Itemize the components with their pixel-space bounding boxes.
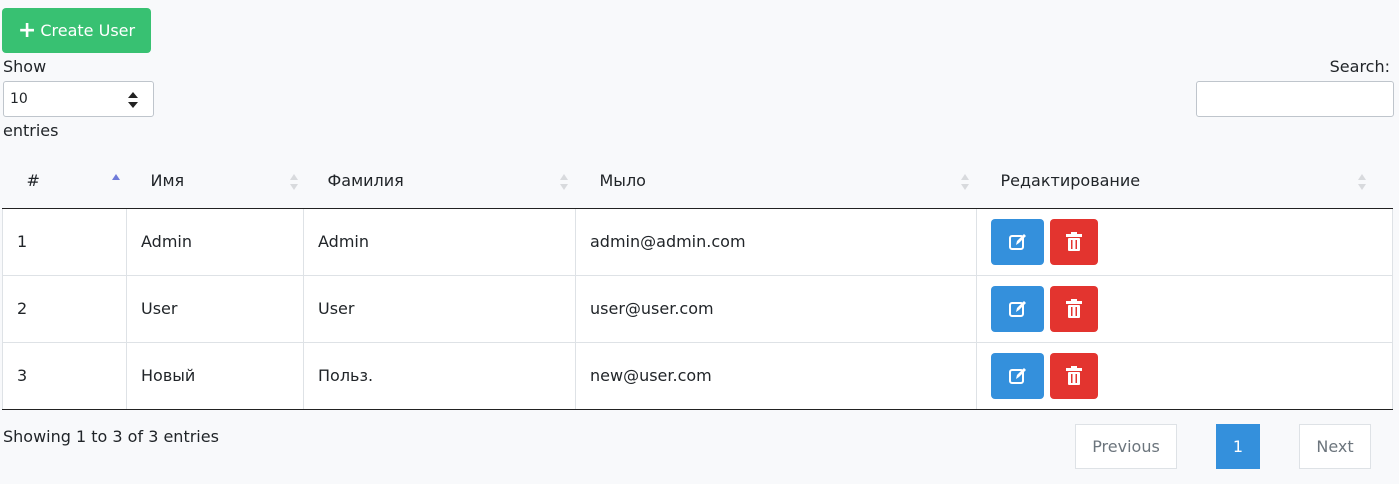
select-arrows-icon <box>128 92 138 108</box>
cell-actions <box>976 275 1393 343</box>
edit-icon <box>1008 300 1026 317</box>
cell-id: 1 <box>2 208 127 276</box>
cell-email: admin@admin.com <box>575 208 977 276</box>
create-user-button[interactable]: + Create User <box>2 8 151 53</box>
entries-length-value: 10 <box>10 91 28 107</box>
column-header-label: Мыло <box>599 171 646 191</box>
cell-first-name: Новый <box>126 342 304 410</box>
trash-icon <box>1066 365 1083 385</box>
search-input[interactable] <box>1196 81 1394 117</box>
entries-label: entries <box>3 121 59 140</box>
edit-icon <box>1008 233 1026 250</box>
edit-button[interactable] <box>991 285 1044 332</box>
edit-button[interactable] <box>991 352 1044 399</box>
sort-both-icon <box>960 174 969 190</box>
column-header-last-name[interactable]: Фамилия <box>303 154 576 209</box>
table-info: Showing 1 to 3 of 3 entries <box>3 427 219 446</box>
cell-email: user@user.com <box>575 275 977 343</box>
cell-last-name: Admin <box>303 208 576 276</box>
trash-icon <box>1066 298 1083 318</box>
column-header-label: Имя <box>150 171 185 191</box>
users-table: # Имя Фамилия Мыло Редактирование 1 Admi… <box>2 154 1393 410</box>
column-header-first-name[interactable]: Имя <box>126 154 304 209</box>
next-page-button[interactable]: Next <box>1299 424 1371 469</box>
table-header-row: # Имя Фамилия Мыло Редактирование <box>2 154 1393 209</box>
column-header-label: Редактирование <box>1000 171 1141 191</box>
edit-button[interactable] <box>991 218 1044 265</box>
delete-button[interactable] <box>1050 218 1099 265</box>
sort-both-icon <box>559 174 568 190</box>
table-row: 2 User User user@user.com <box>2 275 1393 343</box>
table-row: 1 Admin Admin admin@admin.com <box>2 208 1393 276</box>
cell-actions <box>976 208 1393 276</box>
column-header-id[interactable]: # <box>2 154 127 209</box>
cell-id: 3 <box>2 342 127 410</box>
trash-icon <box>1066 231 1083 251</box>
column-header-email[interactable]: Мыло <box>575 154 977 209</box>
sort-asc-icon <box>111 174 120 180</box>
edit-icon <box>1008 367 1026 384</box>
cell-actions <box>976 342 1393 410</box>
delete-button[interactable] <box>1050 285 1099 332</box>
cell-first-name: Admin <box>126 208 304 276</box>
previous-page-button[interactable]: Previous <box>1075 424 1177 469</box>
cell-first-name: User <box>126 275 304 343</box>
column-header-label: Фамилия <box>327 171 404 191</box>
table-row: 3 Новый Польз. new@user.com <box>2 342 1393 410</box>
sort-both-icon <box>1357 174 1366 190</box>
cell-last-name: Польз. <box>303 342 576 410</box>
plus-icon: + <box>17 17 37 43</box>
page-1-button[interactable]: 1 <box>1216 424 1260 469</box>
column-header-label: # <box>26 171 40 191</box>
sort-both-icon <box>289 174 298 190</box>
cell-id: 2 <box>2 275 127 343</box>
entries-length-select[interactable]: 10 <box>3 81 154 117</box>
delete-button[interactable] <box>1050 352 1099 399</box>
search-label: Search: <box>1329 57 1390 76</box>
cell-email: new@user.com <box>575 342 977 410</box>
create-user-label: Create User <box>40 21 136 40</box>
show-label: Show <box>3 57 47 76</box>
column-header-edit[interactable]: Редактирование <box>976 154 1393 209</box>
cell-last-name: User <box>303 275 576 343</box>
